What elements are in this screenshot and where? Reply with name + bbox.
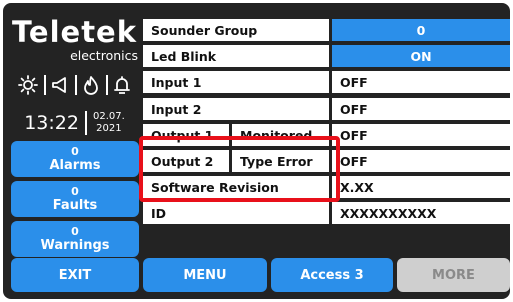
speaker-icon bbox=[52, 77, 66, 93]
date-year: 2021 bbox=[96, 123, 122, 134]
brand-subtitle: electronics bbox=[70, 48, 138, 63]
clock-separator bbox=[84, 111, 87, 135]
alarms-label: Alarms bbox=[49, 158, 101, 173]
led-blink-value[interactable]: ON bbox=[332, 45, 510, 67]
separator bbox=[105, 75, 108, 95]
brand-name: Teletek bbox=[11, 15, 138, 49]
sun-icon bbox=[18, 75, 38, 95]
alarms-button[interactable]: 0 Alarms bbox=[11, 141, 139, 177]
warnings-count: 0 bbox=[71, 225, 79, 238]
row-sounder-group-label: Sounder Group bbox=[143, 19, 329, 41]
exit-button[interactable]: EXIT bbox=[11, 258, 139, 292]
status-icons-bar bbox=[11, 73, 138, 97]
separator bbox=[43, 75, 46, 95]
id-value: XXXXXXXXXX bbox=[332, 202, 510, 224]
separator bbox=[74, 75, 77, 95]
date-day-month: 02.07. bbox=[92, 111, 125, 122]
clock-display: 13:22 02.07. 2021 bbox=[11, 106, 138, 140]
bell-icon bbox=[114, 76, 130, 94]
access-level-button[interactable]: Access 3 bbox=[271, 258, 393, 292]
time-label: 13:22 bbox=[24, 112, 79, 134]
software-revision-value: X.XX bbox=[332, 176, 510, 198]
menu-button[interactable]: MENU bbox=[143, 258, 267, 292]
input-2-value: OFF bbox=[332, 98, 510, 120]
faults-label: Faults bbox=[52, 198, 98, 213]
output-1-value: OFF bbox=[332, 124, 510, 146]
input-1-value: OFF bbox=[332, 71, 510, 93]
more-button[interactable]: MORE bbox=[397, 258, 510, 292]
row-id-label: ID bbox=[143, 202, 329, 224]
faults-button[interactable]: 0 Faults bbox=[11, 181, 139, 217]
faults-count: 0 bbox=[71, 185, 79, 198]
warnings-label: Warnings bbox=[40, 238, 110, 253]
brand-logo: Teletek electronics bbox=[11, 17, 138, 67]
row-input-2-label: Input 2 bbox=[143, 98, 329, 120]
row-led-blink-label: Led Blink bbox=[143, 45, 329, 67]
flame-icon bbox=[84, 76, 98, 95]
highlight-box bbox=[139, 136, 340, 202]
warnings-button[interactable]: 0 Warnings bbox=[11, 221, 139, 257]
output-2-value: OFF bbox=[332, 150, 510, 172]
sounder-group-value[interactable]: 0 bbox=[332, 19, 510, 41]
device-screen: Teletek electronics 13:22 02.07. 2021 0 … bbox=[3, 3, 510, 299]
row-input-1-label: Input 1 bbox=[143, 71, 329, 93]
date-label: 02.07. 2021 bbox=[93, 111, 125, 135]
alarms-count: 0 bbox=[71, 145, 79, 158]
